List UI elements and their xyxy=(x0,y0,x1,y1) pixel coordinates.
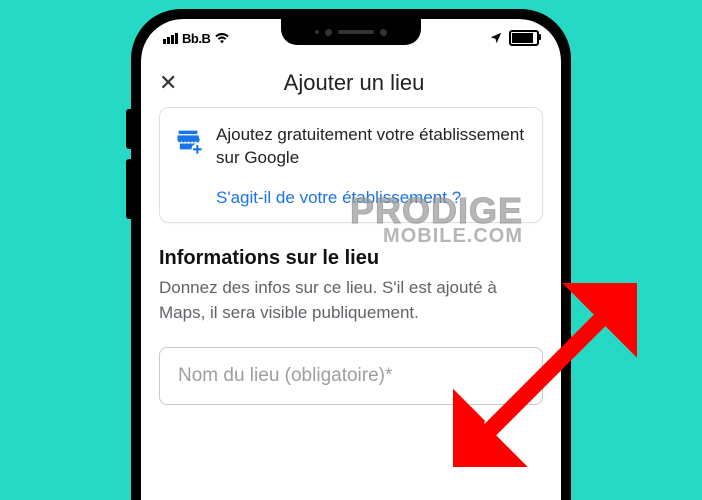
phone-frame: Bb.B ✕ Ajouter un xyxy=(131,9,571,500)
business-promo-card: Ajoutez gratuitement votre établissement… xyxy=(159,107,543,223)
section-title: Informations sur le lieu xyxy=(159,247,543,270)
place-name-field[interactable] xyxy=(159,347,543,405)
phone-side-button xyxy=(126,159,131,219)
wifi-icon xyxy=(214,32,230,44)
signal-icon xyxy=(163,33,178,44)
title-bar: ✕ Ajouter un lieu xyxy=(159,59,543,107)
place-name-input[interactable] xyxy=(176,364,526,388)
promo-card-link[interactable]: S'agit-il de votre établissement ? xyxy=(174,188,528,208)
screen: Bb.B ✕ Ajouter un xyxy=(141,19,561,500)
phone-notch xyxy=(281,19,421,45)
phone-side-button xyxy=(126,109,131,149)
battery-icon xyxy=(509,30,539,46)
page-title: Ajouter un lieu xyxy=(177,70,531,96)
carrier-label: Bb.B xyxy=(182,31,210,46)
section-description: Donnez des infos sur ce lieu. S'il est a… xyxy=(159,276,543,325)
storefront-icon xyxy=(174,126,202,159)
promo-card-text: Ajoutez gratuitement votre établissement… xyxy=(216,124,528,170)
location-icon xyxy=(489,31,503,45)
